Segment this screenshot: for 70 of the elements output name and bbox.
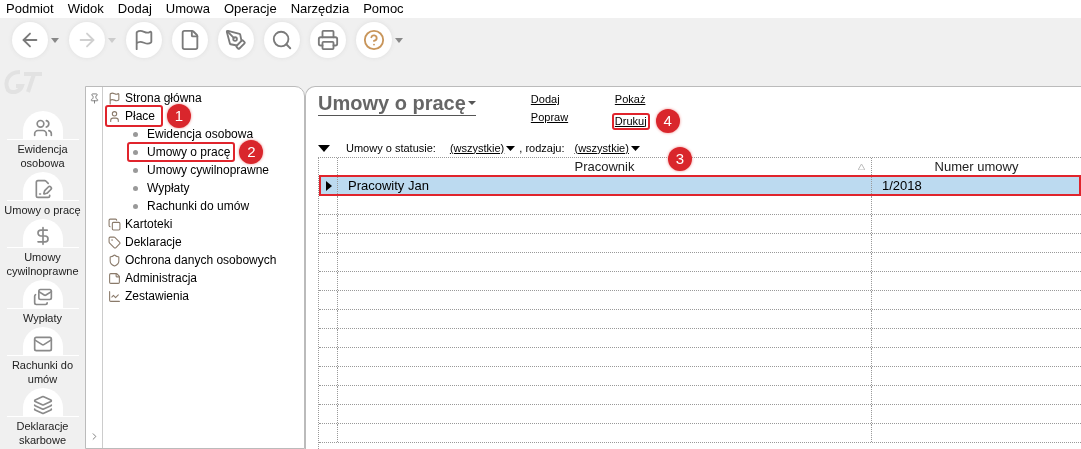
collapse-icon[interactable] <box>318 144 330 152</box>
toolbar-button[interactable] <box>264 22 300 58</box>
table-cell: Pracowity Jan <box>338 177 872 194</box>
shortcut-label[interactable]: Umowy cywilnoprawne <box>0 250 85 278</box>
bullet-icon <box>133 131 138 137</box>
column-header[interactable]: Numer umowy <box>872 158 1081 175</box>
toolbar-button[interactable] <box>126 22 162 58</box>
bullet-icon <box>133 149 138 155</box>
shortcut-label[interactable]: Umowy o pracę <box>2 203 83 217</box>
caret-icon[interactable] <box>630 145 640 151</box>
toolbar-button[interactable] <box>356 22 392 58</box>
shortcut-label[interactable]: Ewidencja osobowa <box>0 142 85 170</box>
callout-badge: 1 <box>167 104 192 128</box>
shortcut-label[interactable]: Wypłaty <box>21 311 64 325</box>
bullet-icon <box>133 185 138 191</box>
menu-item[interactable]: Pomoc <box>363 0 404 19</box>
page-icon <box>179 29 201 51</box>
envelopes-icon[interactable] <box>32 287 53 307</box>
tree-item[interactable]: Umowy o pracę <box>127 142 236 162</box>
note-icon <box>108 271 121 285</box>
person-icon <box>108 109 121 123</box>
filter-label: Umowy o statusie: <box>346 140 436 156</box>
shortcut-label[interactable]: Rachunki do umów <box>0 358 85 386</box>
toolbar-button[interactable] <box>172 22 208 58</box>
filter-dropdown[interactable]: (wszystkie) <box>449 139 516 157</box>
tree-item[interactable]: Wypłaty <box>127 178 195 198</box>
stack-icon[interactable] <box>32 395 53 415</box>
tree-item[interactable]: Rachunki do umów <box>127 196 255 216</box>
toolbar-button[interactable] <box>12 22 48 58</box>
action-link[interactable]: Popraw <box>527 109 572 126</box>
bullet-icon <box>133 167 138 173</box>
row-pointer-icon <box>326 180 332 191</box>
printer-icon <box>317 29 339 51</box>
action-link[interactable]: Pokaż <box>611 91 649 108</box>
callout-badge: 2 <box>239 140 264 164</box>
menu-item[interactable]: Operacje <box>223 0 277 19</box>
callout-badge: 4 <box>655 109 680 133</box>
help-icon <box>363 29 385 51</box>
shortcut-label[interactable]: Deklaracje skarbowe <box>0 419 85 447</box>
menu-item[interactable]: Podmiot <box>6 0 54 19</box>
pin-icon[interactable] <box>88 93 100 104</box>
table-cell-text: 1/2018 <box>881 177 923 194</box>
tag-icon <box>108 235 121 249</box>
pen-icon <box>225 29 247 51</box>
action-link[interactable]: Dodaj <box>527 91 563 108</box>
menu-item[interactable]: Umowa <box>165 0 210 19</box>
caret-icon[interactable] <box>506 145 516 151</box>
toolbar-button[interactable] <box>310 22 346 58</box>
search-icon <box>271 29 293 51</box>
mail-icon[interactable] <box>32 334 53 354</box>
sort-icon[interactable] <box>858 163 865 170</box>
menu-item[interactable]: Dodaj <box>117 0 152 19</box>
toolbar-button[interactable] <box>218 22 254 58</box>
caret-icon <box>467 101 476 105</box>
callout-badge: 3 <box>668 147 692 171</box>
chart-icon <box>108 289 121 303</box>
menu-item[interactable]: Widok <box>67 0 104 19</box>
menu-item[interactable]: Narzędzia <box>290 0 350 19</box>
flag-icon <box>133 29 155 51</box>
people-icon[interactable] <box>32 118 53 138</box>
filter-label: , rodzaju: <box>519 140 565 156</box>
view-title[interactable]: Umowy o pracę <box>318 91 476 116</box>
flag-icon <box>108 91 121 105</box>
cards-icon <box>108 217 121 231</box>
bullet-icon <box>133 203 138 209</box>
table-row[interactable]: Pracowity Jan 1/2018 <box>319 175 1081 196</box>
filter-dropdown[interactable]: (wszystkie) <box>574 139 640 157</box>
action-link[interactable]: Drukuj <box>611 112 650 130</box>
tree-item[interactable]: Płace <box>105 105 164 127</box>
shield-icon <box>108 253 121 267</box>
